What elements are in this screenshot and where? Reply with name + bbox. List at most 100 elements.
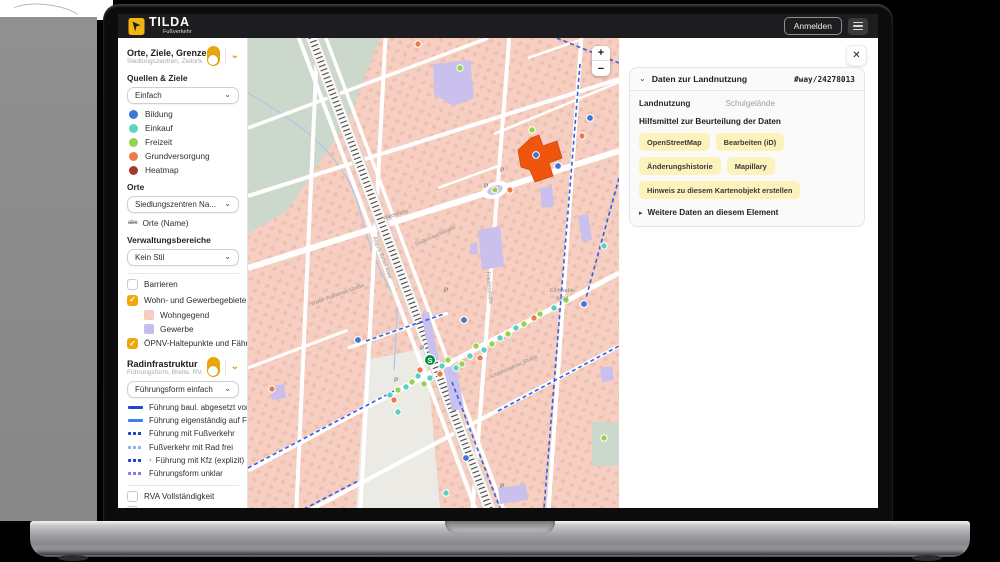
gewerbe-swatch-icon: [144, 324, 154, 334]
check-icon: ✓: [129, 296, 136, 304]
tools-heading: Hilfsmittel zur Beurteilung der Daten: [639, 117, 855, 126]
section-title: Radinfrastruktur: [127, 359, 202, 369]
quellen-style-select[interactable]: Einfach ⌄: [127, 87, 239, 104]
checkbox-oepnv[interactable]: ✓ ÖPNV-Haltepunkte und Fähranleger: [127, 338, 239, 349]
topbar: TILDA Fußverkehr Anmelden: [118, 14, 878, 38]
mapillary-button[interactable]: Mapillary: [727, 157, 775, 175]
tilda-map-icon: [128, 17, 145, 36]
legend-fuehrungsform-unklar: Führungsform unklar: [128, 469, 239, 478]
line-style-icon: [128, 472, 143, 475]
app-subtitle: Fußverkehr: [163, 30, 192, 36]
heatmap-dot-icon: [129, 166, 138, 175]
feature-detail-panel: ✕ ⌄ Daten zur Landnutzung #way/24278013 …: [619, 38, 878, 508]
login-button[interactable]: Anmelden: [784, 17, 842, 35]
section-visibility-toggle[interactable]: [207, 357, 220, 377]
legend-freizeit: Freizeit: [129, 137, 239, 147]
hamburger-menu-button[interactable]: [848, 18, 868, 35]
sub-arrow-icon: ›: [149, 456, 152, 464]
checkbox-checked[interactable]: ✓: [127, 295, 138, 306]
legend-fuehrung-baulich: Führung baul. abgesetzt von Kfz: [128, 403, 239, 412]
svg-text:P: P: [500, 483, 505, 490]
openstreetmap-button[interactable]: OpenStreetMap: [639, 133, 710, 151]
background-gray-panel: [0, 17, 97, 521]
verwaltung-style-select[interactable]: Kein Stil ⌄: [127, 249, 239, 266]
disclosure-triangle-icon: ▸: [639, 209, 643, 217]
section-subtitle: Führungsform, Breite, RVA-Ober...: [127, 369, 202, 376]
map-render: P P P P P P S Stubenrauchstraße: [248, 38, 619, 508]
svg-text:P: P: [484, 183, 489, 190]
section-collapse-chevron-icon[interactable]: ⌄: [231, 51, 239, 61]
app-title: TILDA: [149, 16, 192, 29]
grundversorgung-dot-icon: [129, 152, 138, 161]
legend-einkauf: Einkauf: [129, 123, 239, 133]
app-screen: TILDA Fußverkehr Anmelden Orte, Ziele, G…: [118, 14, 878, 508]
line-style-icon: [128, 446, 143, 449]
hamburger-icon: [853, 22, 863, 23]
chevron-down-icon: ⌄: [224, 255, 231, 260]
attribute-row: Landnutzung Schulgelände: [639, 99, 855, 108]
section-orte-ziele-grenzen: Orte, Ziele, Grenzen Siedlungszentren, Z…: [127, 46, 239, 66]
laptop-frame: TILDA Fußverkehr Anmelden Orte, Ziele, G…: [103, 4, 893, 523]
verwaltungsbereiche-heading: Verwaltungsbereiche: [127, 235, 239, 245]
freizeit-marker[interactable]: [492, 187, 498, 193]
checkbox-checked[interactable]: ✓: [127, 338, 138, 349]
chevron-down-icon: ⌄: [224, 387, 231, 392]
svg-text:P: P: [394, 377, 399, 384]
chevron-down-icon: ⌄: [224, 93, 231, 98]
section-subtitle: Siedlungszentren, Zielorte, Barri...: [127, 58, 202, 65]
line-style-icon: [128, 419, 143, 422]
legend-fuehrung-kfz: › Führung mit Kfz (explizit): [128, 456, 239, 465]
legend-grundversorgung: Grundversorgung: [129, 151, 239, 161]
map-zoom-control: + −: [592, 46, 610, 76]
checkbox-rva-vollstaendigkeit[interactable]: RVA Vollständigkeit: [127, 491, 239, 502]
zoom-out-button[interactable]: −: [592, 61, 610, 76]
create-note-button[interactable]: Hinweis zu diesem Kartenobjekt erstellen: [639, 181, 800, 199]
attribute-value: Schulgelände: [725, 99, 775, 108]
wohngegend-swatch-icon: [144, 310, 154, 320]
section-visibility-toggle[interactable]: [207, 46, 220, 66]
checkbox-unchecked[interactable]: [127, 491, 138, 502]
checkbox-barrieren[interactable]: Barrieren: [127, 279, 239, 290]
svg-text:P: P: [420, 345, 425, 352]
attribute-label: Landnutzung: [639, 99, 725, 108]
svg-text:S: S: [427, 356, 432, 365]
orte-name-layer[interactable]: abc Orte (Name): [128, 218, 239, 228]
card-header[interactable]: ⌄ Daten zur Landnutzung #way/24278013: [630, 68, 864, 91]
laptop-foot: [58, 555, 88, 561]
orte-heading: Orte: [127, 182, 239, 192]
section-collapse-chevron-icon[interactable]: ⌄: [231, 362, 239, 372]
osm-feature-id[interactable]: #way/24278013: [794, 75, 855, 84]
svg-text:6452: 6452: [556, 296, 568, 302]
line-style-icon: [128, 432, 143, 435]
green-patch: [592, 422, 619, 466]
app-logo[interactable]: TILDA Fußverkehr: [128, 16, 192, 35]
checkbox-rva-breite[interactable]: RVA Breite (Text): [127, 506, 239, 508]
freizeit-dot-icon: [129, 138, 138, 147]
section-title: Orte, Ziele, Grenzen: [127, 48, 202, 58]
svg-text:P: P: [500, 167, 505, 174]
edit-id-button[interactable]: Bearbeiten (iD): [716, 133, 785, 151]
more-data-disclosure[interactable]: ▸ Weitere Daten an diesem Element: [639, 208, 855, 217]
legend-heatmap: Heatmap: [129, 165, 239, 175]
orte-style-select[interactable]: Siedlungszentren Na... ⌄: [127, 196, 239, 213]
checkbox-wohn-gewerbegebiete[interactable]: ✓ Wohn- und Gewerbegebiete: [127, 295, 239, 306]
checkbox-unchecked[interactable]: [127, 279, 138, 290]
sbahn-station-icon[interactable]: S: [425, 355, 436, 366]
close-panel-button[interactable]: ✕: [846, 45, 867, 66]
bildung-dot-icon: [129, 110, 138, 119]
zoom-in-button[interactable]: +: [592, 46, 610, 61]
fuehrungsform-select[interactable]: Führungsform einfach ⌄: [127, 381, 239, 398]
checkbox-unchecked[interactable]: [127, 506, 138, 508]
laptop-foot: [912, 555, 942, 561]
map-canvas[interactable]: P P P P P P S Stubenrauchstraße: [248, 38, 619, 508]
line-style-icon: [128, 406, 143, 409]
history-button[interactable]: Änderungshistorie: [639, 157, 721, 175]
card-title: Daten zur Landnutzung: [652, 74, 788, 84]
close-icon: ✕: [852, 50, 860, 61]
collapse-chevron-icon: ⌄: [639, 76, 646, 82]
einkauf-dot-icon: [129, 124, 138, 133]
legend-bildung: Bildung: [129, 109, 239, 119]
abc-text-icon: abc: [128, 220, 137, 226]
laptop-lid-notch: [445, 521, 555, 534]
legend-fussverkehr-rad-frei: Fußverkehr mit Rad frei: [128, 443, 239, 452]
